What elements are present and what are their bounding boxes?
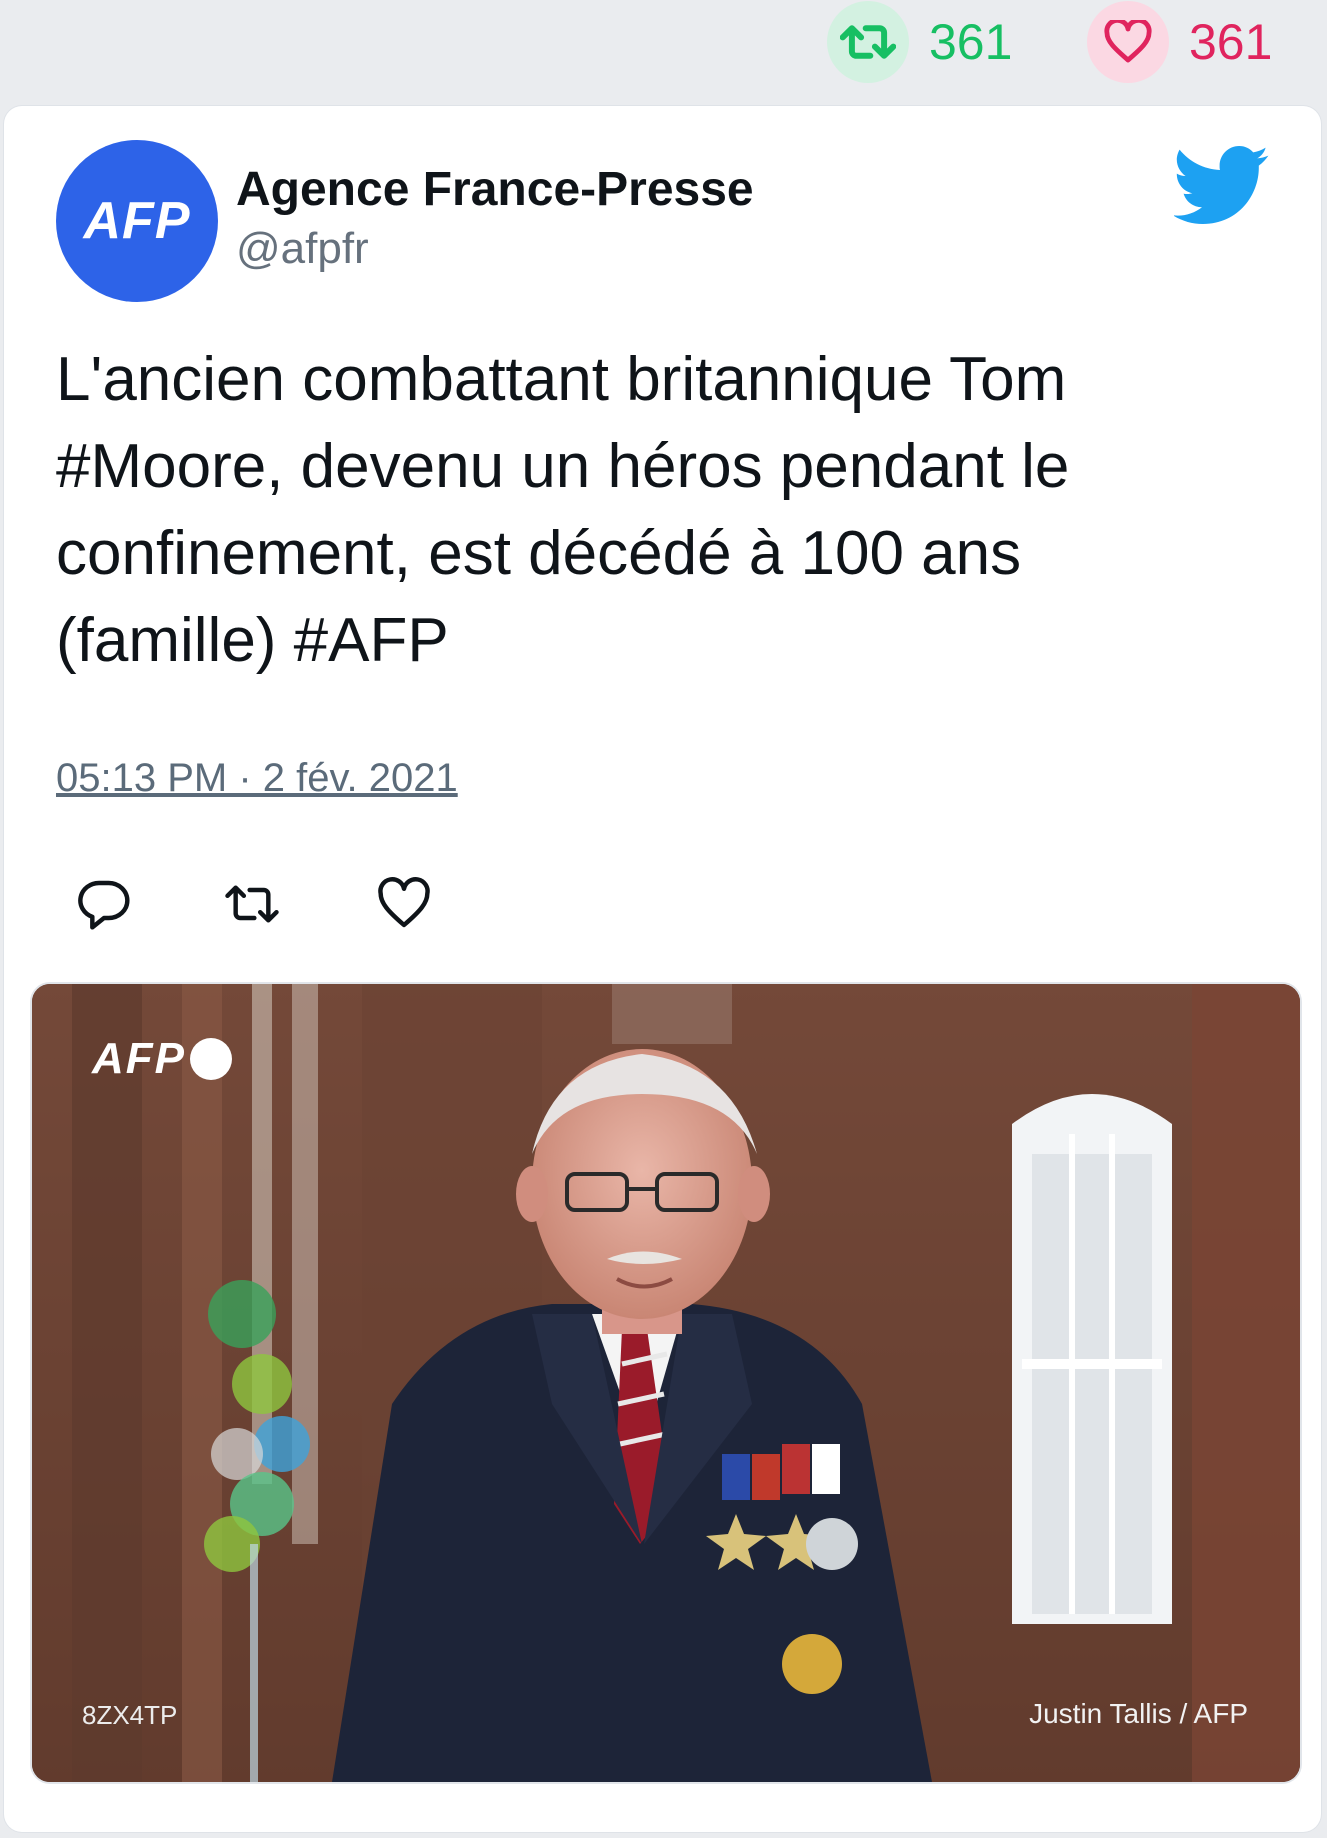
like-count: 361	[1189, 14, 1273, 70]
tweet-text: L'ancien combattant britannique Tom #Moo…	[56, 345, 1070, 675]
heart-icon[interactable]	[376, 876, 432, 932]
photo-afp-logo: AFP	[92, 1034, 232, 1084]
retweet-icon[interactable]	[827, 1, 909, 83]
tweet-card[interactable]: AFP Agence France-Presse @afpfr L'ancien…	[4, 106, 1321, 1832]
photo-logo-text: AFP	[92, 1034, 186, 1083]
photo-image	[32, 984, 1300, 1782]
avatar[interactable]: AFP	[56, 140, 218, 302]
retweet-icon[interactable]	[224, 876, 280, 932]
retweet-stat[interactable]: 361	[827, 0, 1012, 84]
engagement-stats: 361 361	[0, 0, 1327, 100]
author-handle[interactable]: @afpfr	[236, 224, 369, 274]
tweet-media-photo[interactable]: AFP 8ZX4TP Justin Tallis / AFP	[30, 982, 1302, 1784]
author-name[interactable]: Agence France-Presse	[236, 162, 754, 217]
twitter-bird-icon[interactable]	[1174, 146, 1270, 226]
avatar-text: AFP	[83, 192, 191, 250]
photo-code: 8ZX4TP	[82, 1700, 178, 1730]
photo-credit: Justin Tallis / AFP	[1029, 1698, 1248, 1729]
like-stat[interactable]: 361	[1087, 0, 1272, 84]
afp-logo-dot-icon	[190, 1038, 232, 1080]
retweet-count: 361	[929, 14, 1013, 70]
reply-icon[interactable]	[76, 876, 132, 932]
heart-icon[interactable]	[1087, 1, 1169, 83]
tweet-timestamp[interactable]: 05:13 PM · 2 fév. 2021	[56, 756, 458, 801]
